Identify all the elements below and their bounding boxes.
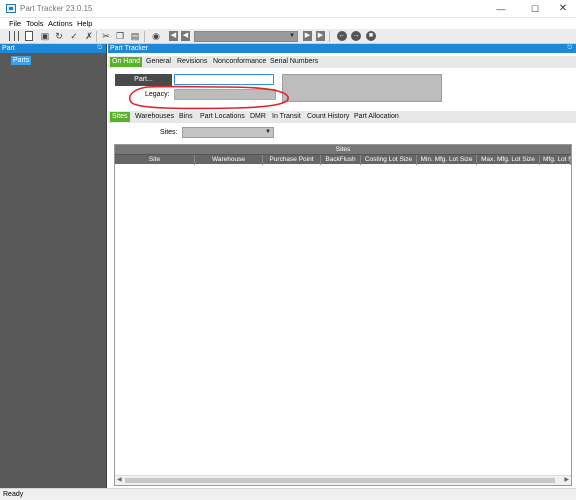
column-header-mfg-lot-m[interactable]: Mfg. Lot M [540,155,571,165]
left-tree-panel: Part ⎋ Parts [0,44,107,488]
tab-bins[interactable]: Bins [177,112,195,122]
pin-icon[interactable]: ⎋ [97,44,102,53]
record-selector[interactable]: ▼ [194,31,298,42]
column-header-backflush[interactable]: BackFlush [321,155,361,165]
chevron-down-icon: ▼ [265,129,271,135]
scroll-right-icon[interactable]: ▶ [564,476,569,483]
left-panel-title: Part [2,45,15,52]
copy-icon[interactable]: ❐ [115,31,125,41]
tab-dmr[interactable]: DMR [248,112,268,122]
toolbar-separator [96,31,97,42]
toolbar-separator [329,31,330,42]
tab-serial-numbers[interactable]: Serial Numbers [268,57,320,67]
column-header-min-mfg-lot-size[interactable]: Min. Mfg. Lot Size [417,155,477,165]
paste-icon[interactable]: ▤ [130,31,140,41]
tab-nonconformance[interactable]: Nonconformance [211,57,268,67]
tab-general[interactable]: General [144,57,173,67]
tab-sites[interactable]: Sites [110,112,130,122]
delete-icon[interactable]: ✗ [84,31,94,41]
open-book-icon[interactable] [9,31,19,41]
app-icon [6,4,16,13]
grid-header-row: Site Warehouse Purchase Point BackFlush … [115,154,571,165]
horizontal-scrollbar[interactable]: ◀ ▶ [115,475,571,485]
cut-icon[interactable]: ✂ [101,31,111,41]
stop-icon[interactable]: ■ [366,31,376,41]
menu-tools[interactable]: Tools [26,19,44,28]
top-tab-strip: On Hand General Revisions Nonconformance… [108,56,576,68]
menu-file[interactable]: File [9,19,21,28]
grid-caption: Sites [115,145,571,154]
last-record-icon[interactable]: ▶ [316,31,325,41]
scrollbar-thumb[interactable] [125,478,555,483]
chevron-down-icon: ▼ [289,33,295,39]
part-number-input[interactable] [174,74,274,85]
column-header-costing-lot-size[interactable]: Costing Lot Size [361,155,417,165]
main-panel-title: Part Tracker [110,45,149,52]
status-bar: Ready [0,488,576,500]
left-panel-header: Part ⎋ [0,44,106,53]
previous-record-icon[interactable]: ◀ [181,31,190,41]
sites-grid: Sites Site Warehouse Purchase Point Back… [114,144,572,486]
tab-warehouses[interactable]: Warehouses [133,112,176,122]
part-description-field [282,74,442,102]
tab-on-hand[interactable]: On Hand [110,57,143,67]
menu-help[interactable]: Help [77,19,92,28]
window-title: Part Tracker 23.0.15 [20,4,93,13]
sub-tab-strip: Sites Warehouses Bins Part Locations DMR… [108,111,576,123]
back-icon[interactable]: ← [337,31,347,41]
scroll-left-icon[interactable]: ◀ [117,476,122,483]
column-header-purchase-point[interactable]: Purchase Point [263,155,321,165]
tab-part-allocation[interactable]: Part Allocation [352,112,401,122]
close-button[interactable]: ✕ [548,0,576,18]
minimize-button[interactable]: — [486,0,516,18]
toolbar-separator [144,31,145,42]
tab-part-locations[interactable]: Part Locations [198,112,247,122]
sites-filter-row: Sites: ▼ [108,126,576,141]
maximize-button[interactable]: ☐ [520,0,550,18]
first-record-icon[interactable]: ◀ [169,31,178,41]
clear-icon[interactable]: ✓ [69,31,79,41]
next-record-icon[interactable]: ▶ [303,31,312,41]
refresh-icon[interactable]: ↻ [54,31,64,41]
main-panel-header: Part Tracker ⎋ [108,44,576,53]
part-entry-area: Part... Legacy: [108,68,576,110]
new-page-icon[interactable] [25,31,33,41]
tab-in-transit[interactable]: In Transit [270,112,303,122]
search-icon[interactable]: ◉ [151,31,161,41]
status-text: Ready [3,491,24,498]
menu-actions[interactable]: Actions [48,19,73,28]
column-header-max-mfg-lot-size[interactable]: Max. Mfg. Lot Size [477,155,540,165]
menu-bar: File Tools Actions Help [0,18,576,29]
toolbar: ▣ ↻ ✓ ✗ ✂ ❐ ▤ ◉ ◀ ◀ ▼ ▶ ▶ ← → ■ [0,29,576,44]
forward-icon[interactable]: → [351,31,361,41]
tab-revisions[interactable]: Revisions [175,57,209,67]
pin-icon[interactable]: ⎋ [567,44,572,53]
sites-dropdown[interactable]: ▼ [182,127,274,138]
save-icon[interactable]: ▣ [40,31,50,41]
red-annotation-ellipse [128,85,289,110]
title-bar: Part Tracker 23.0.15 — ☐ ✕ [0,0,576,18]
tree-item-parts[interactable]: Parts [11,56,32,65]
tab-count-history[interactable]: Count History [305,112,351,122]
sites-label: Sites: [160,129,178,136]
column-header-warehouse[interactable]: Warehouse [195,155,263,165]
main-panel: Part Tracker ⎋ On Hand General Revisions… [108,44,576,488]
column-header-site[interactable]: Site [115,155,195,165]
